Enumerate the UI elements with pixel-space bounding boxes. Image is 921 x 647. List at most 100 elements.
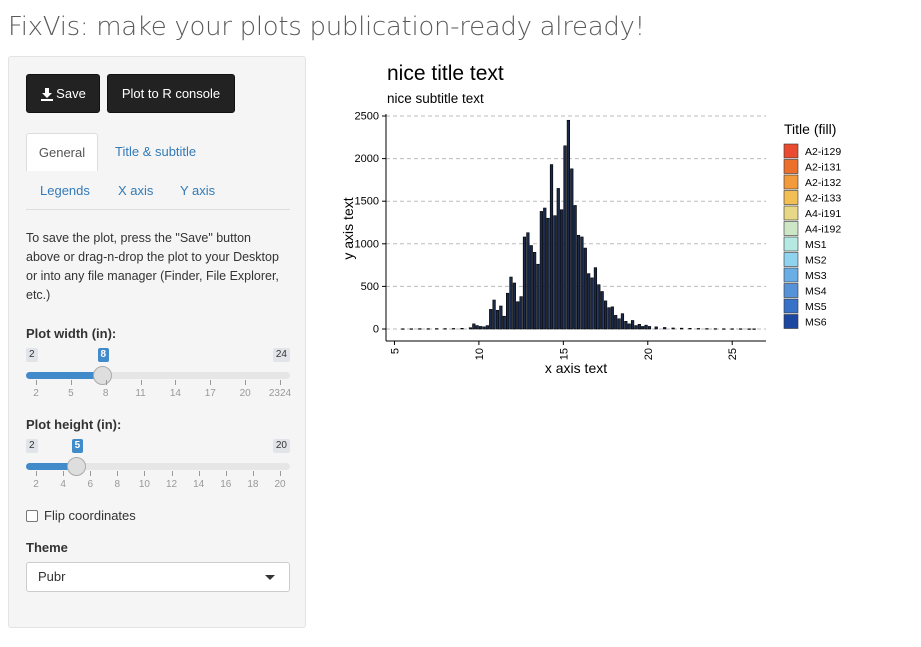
plot-height-grid-label: 8 xyxy=(114,479,121,490)
plot-height-tick xyxy=(63,471,65,476)
histogram-bar xyxy=(492,299,496,330)
plot-height-tick xyxy=(225,471,227,476)
y-tick-label: 0 xyxy=(373,324,379,336)
histogram-bar xyxy=(647,326,652,330)
histogram-bar xyxy=(624,321,628,330)
legend-title: Title (fill) xyxy=(784,121,836,137)
legend-swatch xyxy=(783,267,799,283)
histogram-bar xyxy=(556,188,560,330)
tab-bar: General Title & subtitle xyxy=(26,133,290,171)
tab-x-axis[interactable]: X axis xyxy=(118,183,153,198)
plot-height-grid-label: 4 xyxy=(60,479,66,490)
theme-selected-value: Pubr xyxy=(38,569,66,584)
plot-width-tick xyxy=(175,380,177,385)
histogram-bar xyxy=(663,327,667,330)
plot-height-slider[interactable]: 2 20 5 2 4 6 8 10 12 14 16 18 20 xyxy=(26,439,290,499)
histogram-bar xyxy=(597,284,601,330)
legend-swatch xyxy=(783,283,799,298)
histogram-bar xyxy=(529,245,533,330)
tab-y-axis[interactable]: Y axis xyxy=(180,183,215,198)
plot-width-fill xyxy=(26,372,103,379)
histogram-bar xyxy=(536,263,540,330)
histogram-bar xyxy=(671,327,675,330)
plot-width-value-label: 8 xyxy=(97,348,110,362)
plot-width-max-label: 24 xyxy=(272,348,290,362)
histogram-bar xyxy=(610,306,614,330)
histogram-bar xyxy=(478,326,483,330)
histogram-bar xyxy=(533,252,537,330)
plot-height-label: Plot height (in): xyxy=(26,417,122,432)
theme-select[interactable]: Pubr xyxy=(26,562,290,592)
legend-label: A2-i133 xyxy=(805,193,841,205)
histogram-bar xyxy=(614,315,618,330)
save-help-text: To save the plot, press the "Save" butto… xyxy=(26,231,279,302)
plot-to-console-button[interactable]: Plot to R console xyxy=(107,74,235,113)
plot-width-tick xyxy=(36,380,37,385)
histogram-bar xyxy=(617,318,621,330)
histogram-bar xyxy=(713,328,717,330)
histogram-bar xyxy=(679,327,684,330)
plot-to-console-label: Plot to R console xyxy=(121,86,221,101)
histogram-bar xyxy=(560,209,564,330)
plot-width-grid-label: 2324 xyxy=(268,388,292,399)
histogram-bar xyxy=(722,328,726,330)
flip-coordinates-row[interactable]: Flip coordinates xyxy=(26,508,136,523)
histogram-bar xyxy=(475,325,479,330)
histogram-bar xyxy=(409,328,413,330)
legend-swatch xyxy=(783,205,799,221)
app-title: FixVis: make your plots publication-read… xyxy=(8,12,645,42)
plot-width-tick xyxy=(105,380,107,385)
histogram-bar xyxy=(739,328,743,330)
legend-label: MS2 xyxy=(805,255,827,267)
histogram-bar xyxy=(654,326,658,330)
legend-swatch xyxy=(783,252,799,267)
histogram-bar xyxy=(509,276,513,330)
plot-width-label: Plot width (in): xyxy=(26,326,117,341)
theme-label: Theme xyxy=(26,540,68,555)
histogram-bar xyxy=(630,320,635,330)
x-tick-label: 25 xyxy=(727,348,739,360)
histogram-bar xyxy=(752,328,756,330)
plot-height-tick xyxy=(198,471,200,476)
histogram-bar xyxy=(549,164,554,330)
histogram-bar xyxy=(485,325,489,330)
plot-height-grid-label: 16 xyxy=(220,479,232,490)
histogram-bar xyxy=(482,326,486,330)
plot-width-tick xyxy=(140,380,142,385)
plot-width-grid-label: 2 xyxy=(33,388,39,399)
flip-coordinates-checkbox[interactable] xyxy=(26,509,38,522)
histogram-bar xyxy=(696,328,701,330)
plot-height-grid-label: 10 xyxy=(138,479,150,490)
histogram-bar xyxy=(600,291,604,330)
legend-swatch xyxy=(783,236,799,252)
plot-width-grid-label: 11 xyxy=(135,388,146,399)
legend-label: MS1 xyxy=(805,239,827,251)
plot-width-grid-label: 8 xyxy=(102,388,109,399)
legend-swatch xyxy=(783,298,799,314)
legend-swatch xyxy=(783,221,799,236)
tab-legends[interactable]: Legends xyxy=(40,183,90,198)
plot-area[interactable]: nice title text nice subtitle text 0 500 100… xyxy=(330,56,890,386)
histogram-bar xyxy=(644,324,648,330)
plot-width-slider[interactable]: 2 24 8 2 5 8 11 14 17 20 2324 xyxy=(26,348,292,408)
plot-width-tick xyxy=(70,380,72,385)
legend-label: MS4 xyxy=(805,286,827,298)
legend-label: A2-i132 xyxy=(805,177,841,189)
download-icon xyxy=(41,87,54,101)
plot-height-tick xyxy=(144,471,146,476)
x-tick-label: 5 xyxy=(389,348,401,354)
histogram-bar xyxy=(587,273,591,330)
histogram-bar xyxy=(516,301,520,330)
tab-general[interactable]: General xyxy=(26,133,98,171)
histogram-bar xyxy=(637,324,641,330)
y-tick-label: 500 xyxy=(361,281,379,293)
save-button[interactable]: Save xyxy=(26,74,100,113)
save-button-label: Save xyxy=(56,86,86,101)
histogram-bar xyxy=(443,328,447,330)
legend-swatch xyxy=(783,143,799,159)
legend-label: MS3 xyxy=(805,270,827,282)
histogram-bar xyxy=(641,326,645,330)
histogram-bar xyxy=(634,325,638,330)
tab-title-subtitle[interactable]: Title & subtitle xyxy=(115,144,196,159)
plot-width-tick xyxy=(245,380,247,385)
